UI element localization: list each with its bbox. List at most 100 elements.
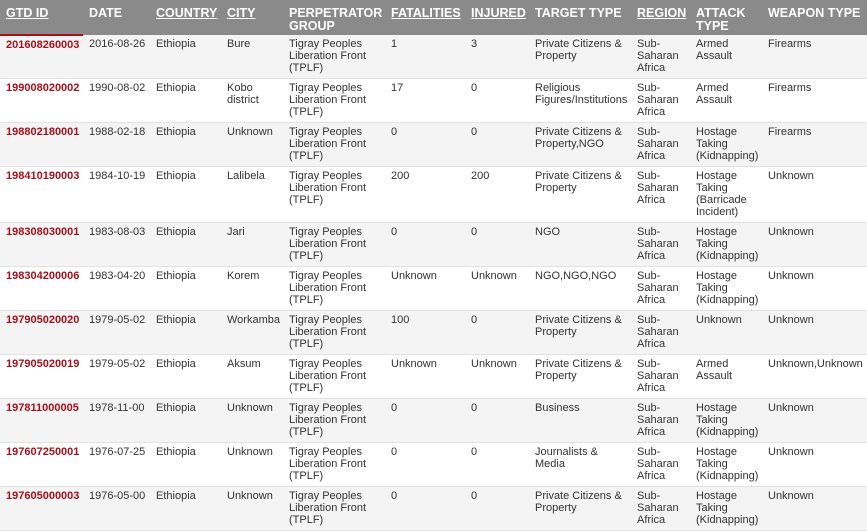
cell-date: 1983-04-20 (83, 266, 150, 311)
column-header-label[interactable]: INJURED (471, 6, 526, 20)
cell-gtd-id: 198802180001 (0, 122, 83, 167)
cell-injured: 0 (465, 442, 529, 487)
cell-target: Religious Figures/Institutions (529, 78, 631, 123)
cell-gtd-id: 197905020020 (0, 310, 83, 355)
cell-target: Business (529, 398, 631, 443)
cell-gtd-id: 197905020019 (0, 354, 83, 399)
cell-target: Private Citizens & Property (529, 35, 631, 79)
column-header-city[interactable]: CITY (221, 0, 283, 35)
cell-date: 1976-07-25 (83, 442, 150, 487)
column-header-attack: ATTACK TYPE (690, 0, 762, 35)
column-header-label[interactable]: GTD ID (6, 6, 48, 20)
cell-injured: Unknown (465, 266, 529, 311)
table-body: 201608260003 2016-08-26 Ethiopia Bure Tigray… (0, 35, 867, 531)
table-row: 197905020020 1979-05-02 Ethiopia Workamba Ti… (0, 310, 867, 355)
table-row: 198802180001 1988-02-18 Ethiopia Unknown Tig… (0, 122, 867, 167)
cell-perpetrator: Tigray Peoples Liberation Front (TPLF) (283, 310, 385, 355)
gtd-id-link[interactable]: 198802180001 (6, 126, 79, 138)
cell-gtd-id: 198304200006 (0, 266, 83, 311)
gtd-id-link[interactable]: 198410190003 (6, 170, 79, 182)
cell-region: Sub-Saharan Africa (631, 166, 690, 223)
gtd-id-link[interactable]: 201608260003 (6, 39, 79, 51)
cell-country: Ethiopia (150, 266, 221, 311)
cell-country: Ethiopia (150, 354, 221, 399)
column-header-country[interactable]: COUNTRY (150, 0, 221, 35)
gtd-id-link[interactable]: 197905020020 (6, 314, 79, 326)
cell-injured: 0 (465, 398, 529, 443)
cell-perpetrator: Tigray Peoples Liberation Front (TPLF) (283, 354, 385, 399)
cell-attack: Hostage Taking (Kidnapping) (690, 222, 762, 267)
cell-city: Unknown (221, 122, 283, 167)
table-row: 198410190003 1984-10-19 Ethiopia Lalibela Ti… (0, 166, 867, 223)
cell-country: Ethiopia (150, 222, 221, 267)
gtd-id-link[interactable]: 197607250001 (6, 446, 79, 458)
table-row: 197607250001 1976-07-25 Ethiopia Unknown Tig… (0, 442, 867, 487)
cell-perpetrator: Tigray Peoples Liberation Front (TPLF) (283, 398, 385, 443)
cell-region: Sub-Saharan Africa (631, 35, 690, 79)
cell-perpetrator: Tigray Peoples Liberation Front (TPLF) (283, 222, 385, 267)
gtd-id-link[interactable]: 197811000005 (6, 402, 79, 414)
cell-target: Journalists & Media (529, 442, 631, 487)
column-header-perpetrator: PERPETRATOR GROUP (283, 0, 385, 35)
cell-target: Private Citizens & Property (529, 354, 631, 399)
column-header-label: DATE (89, 6, 123, 20)
cell-fatalities: 0 (385, 486, 465, 531)
cell-fatalities: 17 (385, 78, 465, 123)
cell-city: Aksum (221, 354, 283, 399)
cell-date: 1990-08-02 (83, 78, 150, 123)
column-header-label: TARGET TYPE (535, 6, 622, 20)
cell-fatalities: Unknown (385, 354, 465, 399)
cell-date: 1978-11-00 (83, 398, 150, 443)
table-row: 201608260003 2016-08-26 Ethiopia Bure Tigray… (0, 35, 867, 79)
column-header-region[interactable]: REGION (631, 0, 690, 35)
cell-weapon: Unknown (762, 398, 867, 443)
column-header-label[interactable]: COUNTRY (156, 6, 217, 20)
cell-city: Workamba (221, 310, 283, 355)
column-header-fatalities[interactable]: FATALITIES (385, 0, 465, 35)
cell-country: Ethiopia (150, 310, 221, 355)
cell-weapon: Unknown (762, 222, 867, 267)
cell-weapon: Unknown (762, 166, 867, 223)
cell-injured: 200 (465, 166, 529, 223)
gtd-id-link[interactable]: 198304200006 (6, 270, 79, 282)
column-header-label[interactable]: CITY (227, 6, 255, 20)
column-header-target: TARGET TYPE (529, 0, 631, 35)
cell-target: NGO,NGO,NGO (529, 266, 631, 311)
gtd-id-link[interactable]: 199008020002 (6, 82, 79, 94)
cell-city: Unknown (221, 486, 283, 531)
cell-fatalities: 1 (385, 35, 465, 79)
cell-country: Ethiopia (150, 486, 221, 531)
gtd-id-link[interactable]: 197605000003 (6, 490, 79, 502)
gtd-id-link[interactable]: 198308030001 (6, 226, 79, 238)
cell-gtd-id: 199008020002 (0, 78, 83, 123)
cell-fatalities: Unknown (385, 266, 465, 311)
cell-city: Lalibela (221, 166, 283, 223)
cell-weapon: Unknown (762, 310, 867, 355)
cell-gtd-id: 197607250001 (0, 442, 83, 487)
cell-attack: Armed Assault (690, 354, 762, 399)
cell-region: Sub-Saharan Africa (631, 354, 690, 399)
cell-city: Unknown (221, 442, 283, 487)
cell-date: 1979-05-02 (83, 354, 150, 399)
column-header-label[interactable]: REGION (637, 6, 686, 20)
cell-country: Ethiopia (150, 166, 221, 223)
column-header-injured[interactable]: INJURED (465, 0, 529, 35)
table-row: 199008020002 1990-08-02 Ethiopia Kobo distr… (0, 78, 867, 123)
cell-date: 1983-08-03 (83, 222, 150, 267)
cell-date: 1988-02-18 (83, 122, 150, 167)
cell-weapon: Unknown (762, 442, 867, 487)
cell-region: Sub-Saharan Africa (631, 310, 690, 355)
gtd-id-link[interactable]: 197905020019 (6, 358, 79, 370)
cell-attack: Armed Assault (690, 35, 762, 79)
cell-city: Korem (221, 266, 283, 311)
cell-attack: Armed Assault (690, 78, 762, 123)
incident-results-table: GTD ID DATE COUNTRY CITY PERPETRATOR GROUP FA… (0, 0, 867, 531)
column-header-label[interactable]: FATALITIES (391, 6, 461, 20)
cell-region: Sub-Saharan Africa (631, 122, 690, 167)
cell-region: Sub-Saharan Africa (631, 486, 690, 531)
cell-weapon: Firearms (762, 78, 867, 123)
column-header-gtd-id[interactable]: GTD ID (0, 0, 83, 36)
cell-date: 1979-05-02 (83, 310, 150, 355)
column-header-weapon: WEAPON TYPE (762, 0, 867, 35)
cell-perpetrator: Tigray Peoples Liberation Front (TPLF) (283, 486, 385, 531)
